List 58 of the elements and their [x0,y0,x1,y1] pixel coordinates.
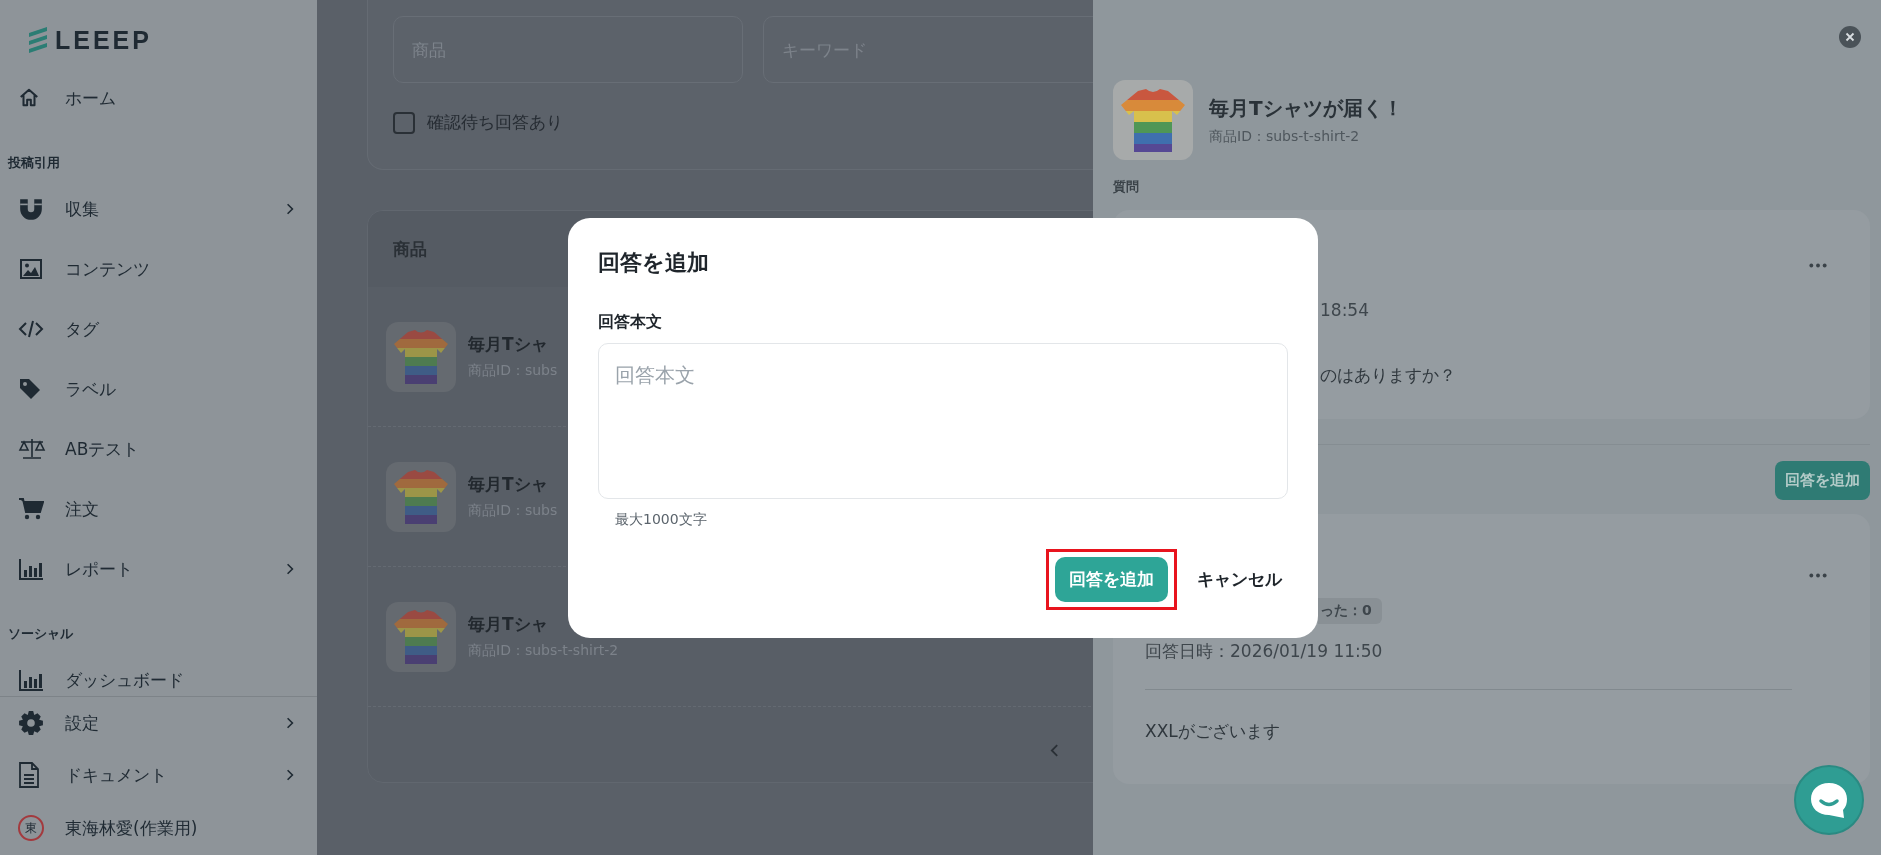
answer-text-field[interactable]: 回答本文 [598,343,1288,499]
chevron-right-icon [286,768,294,782]
product-name: 毎月Tシャ [468,613,549,636]
home-icon [18,87,40,109]
nav-item[interactable]: 収集 [0,179,317,239]
logo-icon [27,25,49,55]
cancel-button[interactable]: キャンセル [1191,568,1288,591]
tag-icon [18,377,42,401]
product-name: 毎月Tシャ [468,473,549,496]
user-avatar: 東 [18,815,44,841]
chevron-right-icon [286,562,294,576]
bar-chart-icon [18,669,44,691]
nav-item[interactable]: 注文 [0,479,317,539]
nav-section-heading: 投稿引用 [6,154,61,172]
nav-item[interactable]: ダッシュボード [0,650,317,696]
code-icon [18,319,44,339]
nav-item[interactable]: ラベル [0,359,317,419]
nav-section-heading: ソーシャル [7,625,74,643]
nav-item[interactable]: レポート [0,539,317,599]
more-icon[interactable] [1808,572,1828,578]
reaction-count-badge: った：0 [1318,598,1382,624]
chat-icon[interactable] [1794,765,1864,835]
answer-text: XXLがございます [1145,720,1281,743]
cart-icon [18,497,44,521]
section-heading: 質問 [1113,178,1140,196]
logo-wordmark: LEEEP [55,25,152,55]
nav-item[interactable]: タグ [0,299,317,359]
nav-item[interactable]: コンテンツ [0,239,317,299]
nav-item[interactable]: 設定 [0,697,317,749]
nav-item[interactable]: ホーム [0,68,317,128]
image-icon [18,257,44,281]
tshirt-photo [386,601,456,672]
nav-item[interactable]: ABテスト [0,419,317,479]
product-id: 商品ID：subs-t-shirt-2 [1209,127,1361,146]
answer-timestamp: 回答日時：2026/01/19 11:50 [1145,640,1384,663]
user-menu[interactable]: 東 東海林愛(作業用) [0,801,317,855]
chevron-left-icon[interactable] [1050,743,1059,758]
nav-item[interactable]: ドキュメント [0,749,317,801]
scale-icon [18,437,46,461]
product-name: 毎月Tシャ [468,333,549,356]
add-answer-button[interactable]: 回答を追加 [1775,461,1870,500]
question-text: のはありますか？ [1320,364,1457,387]
settings-icon [18,710,44,736]
close-icon[interactable] [1839,26,1861,48]
bar-chart-icon [18,558,44,580]
question-timestamp: 18:54 [1320,300,1370,320]
submit-button[interactable]: 回答を追加 [1055,557,1168,602]
product-title: 毎月Tシャツが届く！ [1209,94,1403,122]
more-icon[interactable] [1808,262,1828,268]
dialog-title: 回答を追加 [598,249,710,277]
chevron-right-icon [286,202,294,216]
tshirt-photo [386,321,456,392]
magnet-icon [18,196,44,222]
chevron-right-icon [286,716,294,730]
tshirt-photo [386,461,456,532]
field-label: 回答本文 [598,312,663,333]
document-icon [18,762,40,788]
character-limit-hint: 最大1000文字 [615,511,708,529]
